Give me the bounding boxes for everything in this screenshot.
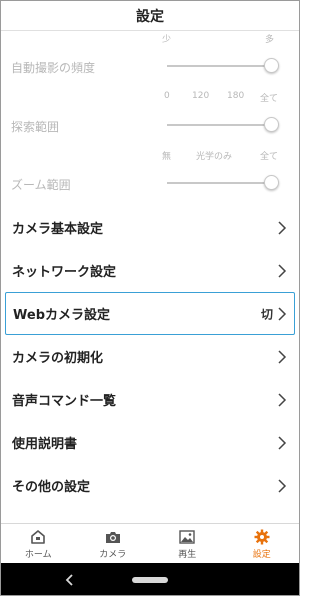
tick-label: 少: [162, 35, 172, 45]
tab-playback[interactable]: 再生: [150, 524, 225, 563]
chevron-right-icon: [278, 263, 287, 278]
menu-item-label: ネットワーク設定: [12, 265, 117, 280]
chevron-right-icon: [278, 220, 287, 235]
page-title: 設定: [136, 8, 164, 25]
picture-icon: [179, 530, 195, 544]
tick-label: 全て: [260, 94, 279, 104]
menu-item-webcam[interactable]: Webカメラ設定 切: [5, 292, 295, 335]
chevron-right-icon: [278, 306, 287, 321]
back-icon[interactable]: [63, 572, 77, 588]
slider-track[interactable]: [167, 182, 273, 184]
menu-item-label: 使用説明書: [12, 437, 78, 452]
home-pill-button[interactable]: [132, 577, 168, 583]
slider-track[interactable]: [167, 124, 273, 126]
tick-label: 120: [192, 91, 210, 101]
slider-setting-zoom-range: 無 光学のみ 全て ズーム範囲: [1, 149, 299, 207]
chevron-right-icon: [278, 392, 287, 407]
slider-thumb[interactable]: [264, 58, 279, 73]
slider-ticks: 少 多: [1, 32, 299, 46]
slider-label: 自動撮影の頻度: [11, 61, 96, 75]
slider-thumb[interactable]: [264, 175, 279, 190]
gear-icon: [254, 529, 270, 545]
slider-ticks: 無 光学のみ 全て: [1, 149, 299, 163]
tab-camera[interactable]: カメラ: [76, 524, 151, 563]
menu-item-voice-commands[interactable]: 音声コマンド一覧: [1, 378, 299, 421]
tab-label: ホーム: [24, 550, 52, 560]
chevron-right-icon: [278, 478, 287, 493]
menu-item-label: カメラの初期化: [12, 351, 104, 366]
tab-label: 設定: [252, 550, 271, 560]
webcam-status-value: 切: [260, 307, 273, 321]
settings-menu: カメラ基本設定 ネットワーク設定 Webカメラ設定 切 カメラの初期化 音声コマ…: [1, 206, 299, 507]
menu-item-label: カメラ基本設定: [12, 222, 104, 237]
slider-setting-search-range: 0 120 180 全て 探索範囲: [1, 91, 299, 149]
camera-icon: [105, 532, 120, 543]
menu-item-network[interactable]: ネットワーク設定: [1, 249, 299, 292]
menu-item-manual[interactable]: 使用説明書: [1, 421, 299, 464]
tick-label: 無: [162, 152, 172, 162]
menu-item-camera-reset[interactable]: カメラの初期化: [1, 335, 299, 378]
home-icon: [31, 530, 46, 544]
tick-label: 全て: [260, 152, 279, 162]
tab-label: カメラ: [99, 550, 127, 560]
slider-label: ズーム範囲: [11, 178, 71, 192]
tab-settings[interactable]: 設定: [225, 524, 300, 563]
chevron-right-icon: [278, 349, 287, 364]
header: 設定: [1, 1, 299, 31]
tick-label: 180: [227, 91, 245, 101]
slider-label: 探索範囲: [11, 120, 60, 134]
tick-label: 光学のみ: [196, 152, 233, 162]
tick-label: 0: [164, 91, 170, 101]
bottom-tab-bar: ホーム カメラ 再生 設定: [1, 523, 299, 563]
menu-item-label: その他の設定: [12, 480, 91, 495]
tick-label: 多: [265, 35, 275, 45]
tab-label: 再生: [178, 550, 197, 560]
slider-track[interactable]: [167, 65, 273, 67]
app-window: 設定 少 多 自動撮影の頻度 0 120 180 全て 探索範囲 無 光学のみ …: [0, 0, 300, 596]
tab-home[interactable]: ホーム: [1, 524, 76, 563]
system-navigation-bar: [1, 563, 299, 595]
menu-item-label: 音声コマンド一覧: [12, 394, 117, 409]
menu-item-other-settings[interactable]: その他の設定: [1, 464, 299, 507]
slider-thumb[interactable]: [264, 117, 279, 132]
slider-ticks: 0 120 180 全て: [1, 91, 299, 105]
menu-item-label: Webカメラ設定: [13, 308, 110, 323]
menu-item-camera-basic[interactable]: カメラ基本設定: [1, 206, 299, 249]
slider-setting-capture-frequency: 少 多 自動撮影の頻度: [1, 32, 299, 90]
chevron-right-icon: [278, 435, 287, 450]
